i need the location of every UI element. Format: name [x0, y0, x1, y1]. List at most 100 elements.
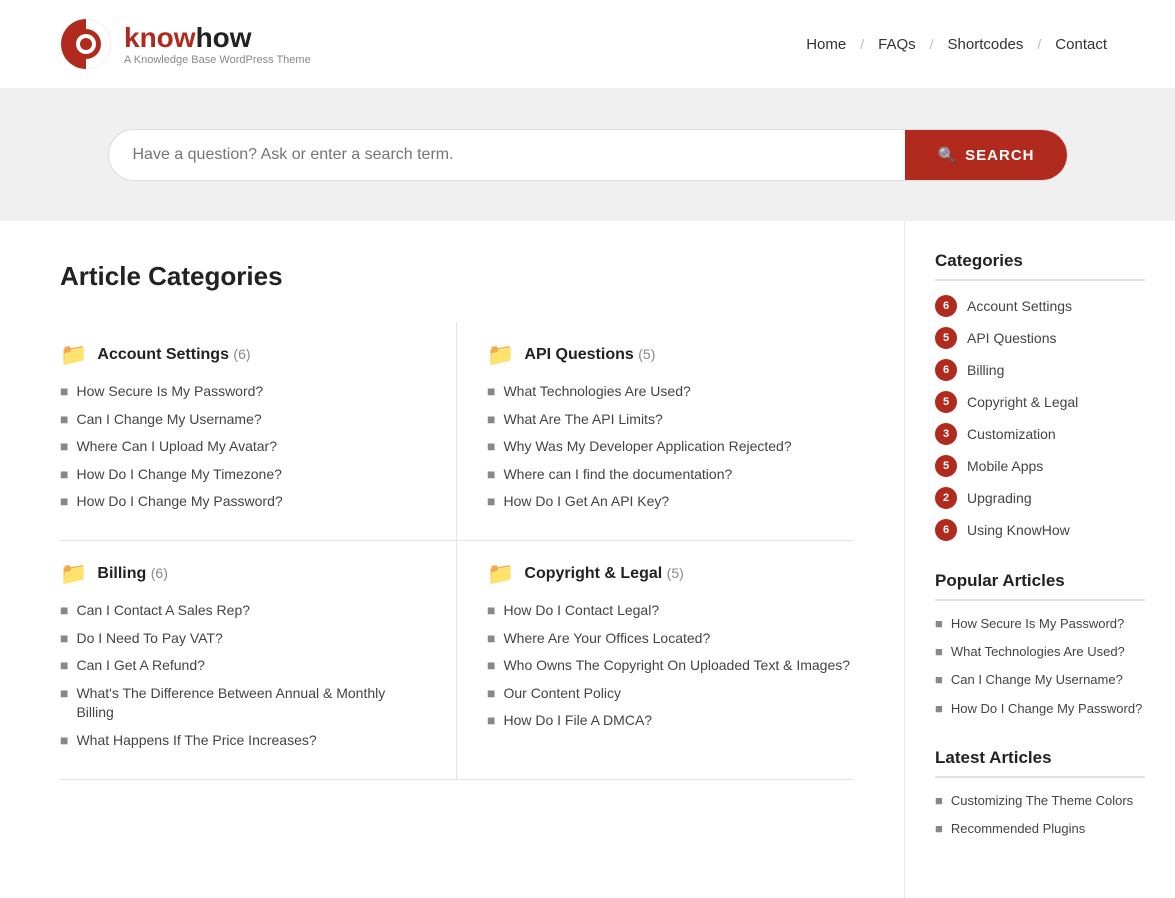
doc-icon: ■	[60, 732, 68, 748]
nav-shortcodes[interactable]: Shortcodes	[940, 32, 1032, 57]
sidebar-cat-label: Upgrading	[967, 490, 1032, 506]
article-link[interactable]: Do I Need To Pay VAT?	[76, 629, 222, 649]
search-button[interactable]: 🔍 SEARCH	[905, 130, 1066, 180]
article-link[interactable]: Where Can I Upload My Avatar?	[76, 437, 277, 457]
article-link[interactable]: Can I Get A Refund?	[76, 656, 204, 676]
content-area: Article Categories 📁 Account Settings (6…	[0, 221, 905, 898]
article-link[interactable]: What Happens If The Price Increases?	[76, 731, 316, 751]
article-link[interactable]: Where can I find the documentation?	[503, 465, 732, 485]
sidebar-article-label: How Secure Is My Password?	[951, 615, 1124, 633]
article-link[interactable]: How Do I File A DMCA?	[503, 711, 652, 731]
sidebar-item-copyright-legal[interactable]: 5 Copyright & Legal	[935, 391, 1145, 413]
doc-icon: ■	[487, 630, 495, 646]
logo-know: know	[124, 22, 196, 53]
search-button-label: SEARCH	[965, 147, 1034, 164]
sidebar-categories-title: Categories	[935, 251, 1145, 281]
category-header-api: 📁 API Questions (5)	[487, 342, 854, 368]
nav-contact[interactable]: Contact	[1047, 32, 1115, 57]
search-input[interactable]	[109, 130, 906, 180]
sidebar-latest-list: ■ Customizing The Theme Colors ■ Recomme…	[935, 792, 1145, 838]
cat-badge: 6	[935, 295, 957, 317]
list-item: ■How Do I Get An API Key?	[487, 492, 854, 512]
article-link[interactable]: Can I Contact A Sales Rep?	[76, 601, 250, 621]
sidebar-item-billing[interactable]: 6 Billing	[935, 359, 1145, 381]
nav-home[interactable]: Home	[798, 32, 854, 57]
logo-icon	[60, 18, 112, 70]
categories-grid: 📁 Account Settings (6) ■ How Secure Is My…	[60, 322, 854, 780]
category-billing: 📁 Billing (6) ■Can I Contact A Sales Rep…	[60, 541, 457, 780]
doc-icon: ■	[487, 712, 495, 728]
sidebar-item-customization[interactable]: 3 Customization	[935, 423, 1145, 445]
category-title-api[interactable]: API Questions (5)	[524, 346, 655, 364]
doc-icon: ■	[60, 466, 68, 482]
article-link[interactable]: How Do I Change My Timezone?	[76, 465, 281, 485]
sidebar-categories-section: Categories 6 Account Settings 5 API Ques…	[935, 251, 1145, 541]
sidebar-latest-section: Latest Articles ■ Customizing The Theme …	[935, 748, 1145, 838]
article-link[interactable]: What Technologies Are Used?	[503, 382, 690, 402]
sidebar-item-mobile-apps[interactable]: 5 Mobile Apps	[935, 455, 1145, 477]
doc-icon: ■	[60, 383, 68, 399]
nav-faqs[interactable]: FAQs	[870, 32, 924, 57]
doc-icon: ■	[935, 793, 943, 808]
category-count-legal: (5)	[667, 565, 684, 581]
article-link[interactable]: Why Was My Developer Application Rejecte…	[503, 437, 791, 457]
category-title-billing[interactable]: Billing (6)	[97, 565, 167, 583]
category-title-legal[interactable]: Copyright & Legal (5)	[524, 565, 683, 583]
article-link[interactable]: How Do I Contact Legal?	[503, 601, 659, 621]
sidebar-item-account-settings[interactable]: 6 Account Settings	[935, 295, 1145, 317]
doc-icon: ■	[487, 466, 495, 482]
cat-badge: 5	[935, 455, 957, 477]
list-item: ■Can I Get A Refund?	[60, 656, 426, 676]
logo-name: knowhow	[124, 22, 311, 54]
list-item: ■How Do I Contact Legal?	[487, 601, 854, 621]
sidebar-popular-title: Popular Articles	[935, 571, 1145, 601]
article-link[interactable]: How Secure Is My Password?	[76, 382, 263, 402]
article-list-api: ■ What Technologies Are Used? ■ What Are T…	[487, 382, 854, 512]
article-link[interactable]: How Do I Get An API Key?	[503, 492, 669, 512]
article-link[interactable]: Our Content Policy	[503, 684, 621, 704]
sidebar-item-upgrading[interactable]: 2 Upgrading	[935, 487, 1145, 509]
doc-icon: ■	[60, 630, 68, 646]
sidebar-popular-list: ■ How Secure Is My Password? ■ What Tech…	[935, 615, 1145, 718]
logo-tagline: A Knowledge Base WordPress Theme	[124, 54, 311, 66]
logo[interactable]: knowhow A Knowledge Base WordPress Theme	[60, 18, 311, 70]
sidebar-latest-item[interactable]: ■ Recommended Plugins	[935, 820, 1145, 838]
doc-icon: ■	[487, 411, 495, 427]
list-item: ■ How Do I Change My Timezone?	[60, 465, 426, 485]
folder-icon: 📁	[60, 561, 87, 587]
article-link[interactable]: Who Owns The Copyright On Uploaded Text …	[503, 656, 850, 676]
sidebar-item-using-knowhow[interactable]: 6 Using KnowHow	[935, 519, 1145, 541]
category-title-account[interactable]: Account Settings (6)	[97, 346, 250, 364]
list-item: ■ How Secure Is My Password?	[60, 382, 426, 402]
list-item: ■Can I Change My Username?	[60, 410, 426, 430]
sidebar-popular-item[interactable]: ■ How Do I Change My Password?	[935, 700, 1145, 718]
sidebar-popular-item[interactable]: ■ How Secure Is My Password?	[935, 615, 1145, 633]
doc-icon: ■	[935, 616, 943, 631]
article-link[interactable]: How Do I Change My Password?	[76, 492, 282, 512]
sidebar-popular-item[interactable]: ■ What Technologies Are Used?	[935, 643, 1145, 661]
cat-badge: 6	[935, 359, 957, 381]
nav-sep-3: /	[1037, 36, 1041, 52]
doc-icon: ■	[60, 685, 68, 701]
article-link[interactable]: What's The Difference Between Annual & M…	[76, 684, 426, 723]
list-item: ■Can I Contact A Sales Rep?	[60, 601, 426, 621]
category-header-billing: 📁 Billing (6)	[60, 561, 426, 587]
site-header: knowhow A Knowledge Base WordPress Theme…	[0, 0, 1175, 89]
article-link[interactable]: Where Are Your Offices Located?	[503, 629, 710, 649]
sidebar-item-api-questions[interactable]: 5 API Questions	[935, 327, 1145, 349]
article-link[interactable]: Can I Change My Username?	[76, 410, 261, 430]
folder-icon: 📁	[60, 342, 87, 368]
list-item: ■ Where Are Your Offices Located?	[487, 629, 854, 649]
doc-icon: ■	[935, 701, 943, 716]
sidebar-popular-item[interactable]: ■ Can I Change My Username?	[935, 671, 1145, 689]
article-link[interactable]: What Are The API Limits?	[503, 410, 662, 430]
article-list-legal: ■How Do I Contact Legal? ■Where Are Your…	[487, 601, 854, 731]
sidebar-latest-item[interactable]: ■ Customizing The Theme Colors	[935, 792, 1145, 810]
category-count-billing: (6)	[151, 565, 168, 581]
doc-icon: ■	[487, 383, 495, 399]
list-item: ■ Where can I find the documentation?	[487, 465, 854, 485]
sidebar-cat-list: 6 Account Settings 5 API Questions 6 Bil…	[935, 295, 1145, 541]
list-item: ■ How Do I File A DMCA?	[487, 711, 854, 731]
cat-badge: 5	[935, 327, 957, 349]
sidebar-article-label: Can I Change My Username?	[951, 671, 1123, 689]
